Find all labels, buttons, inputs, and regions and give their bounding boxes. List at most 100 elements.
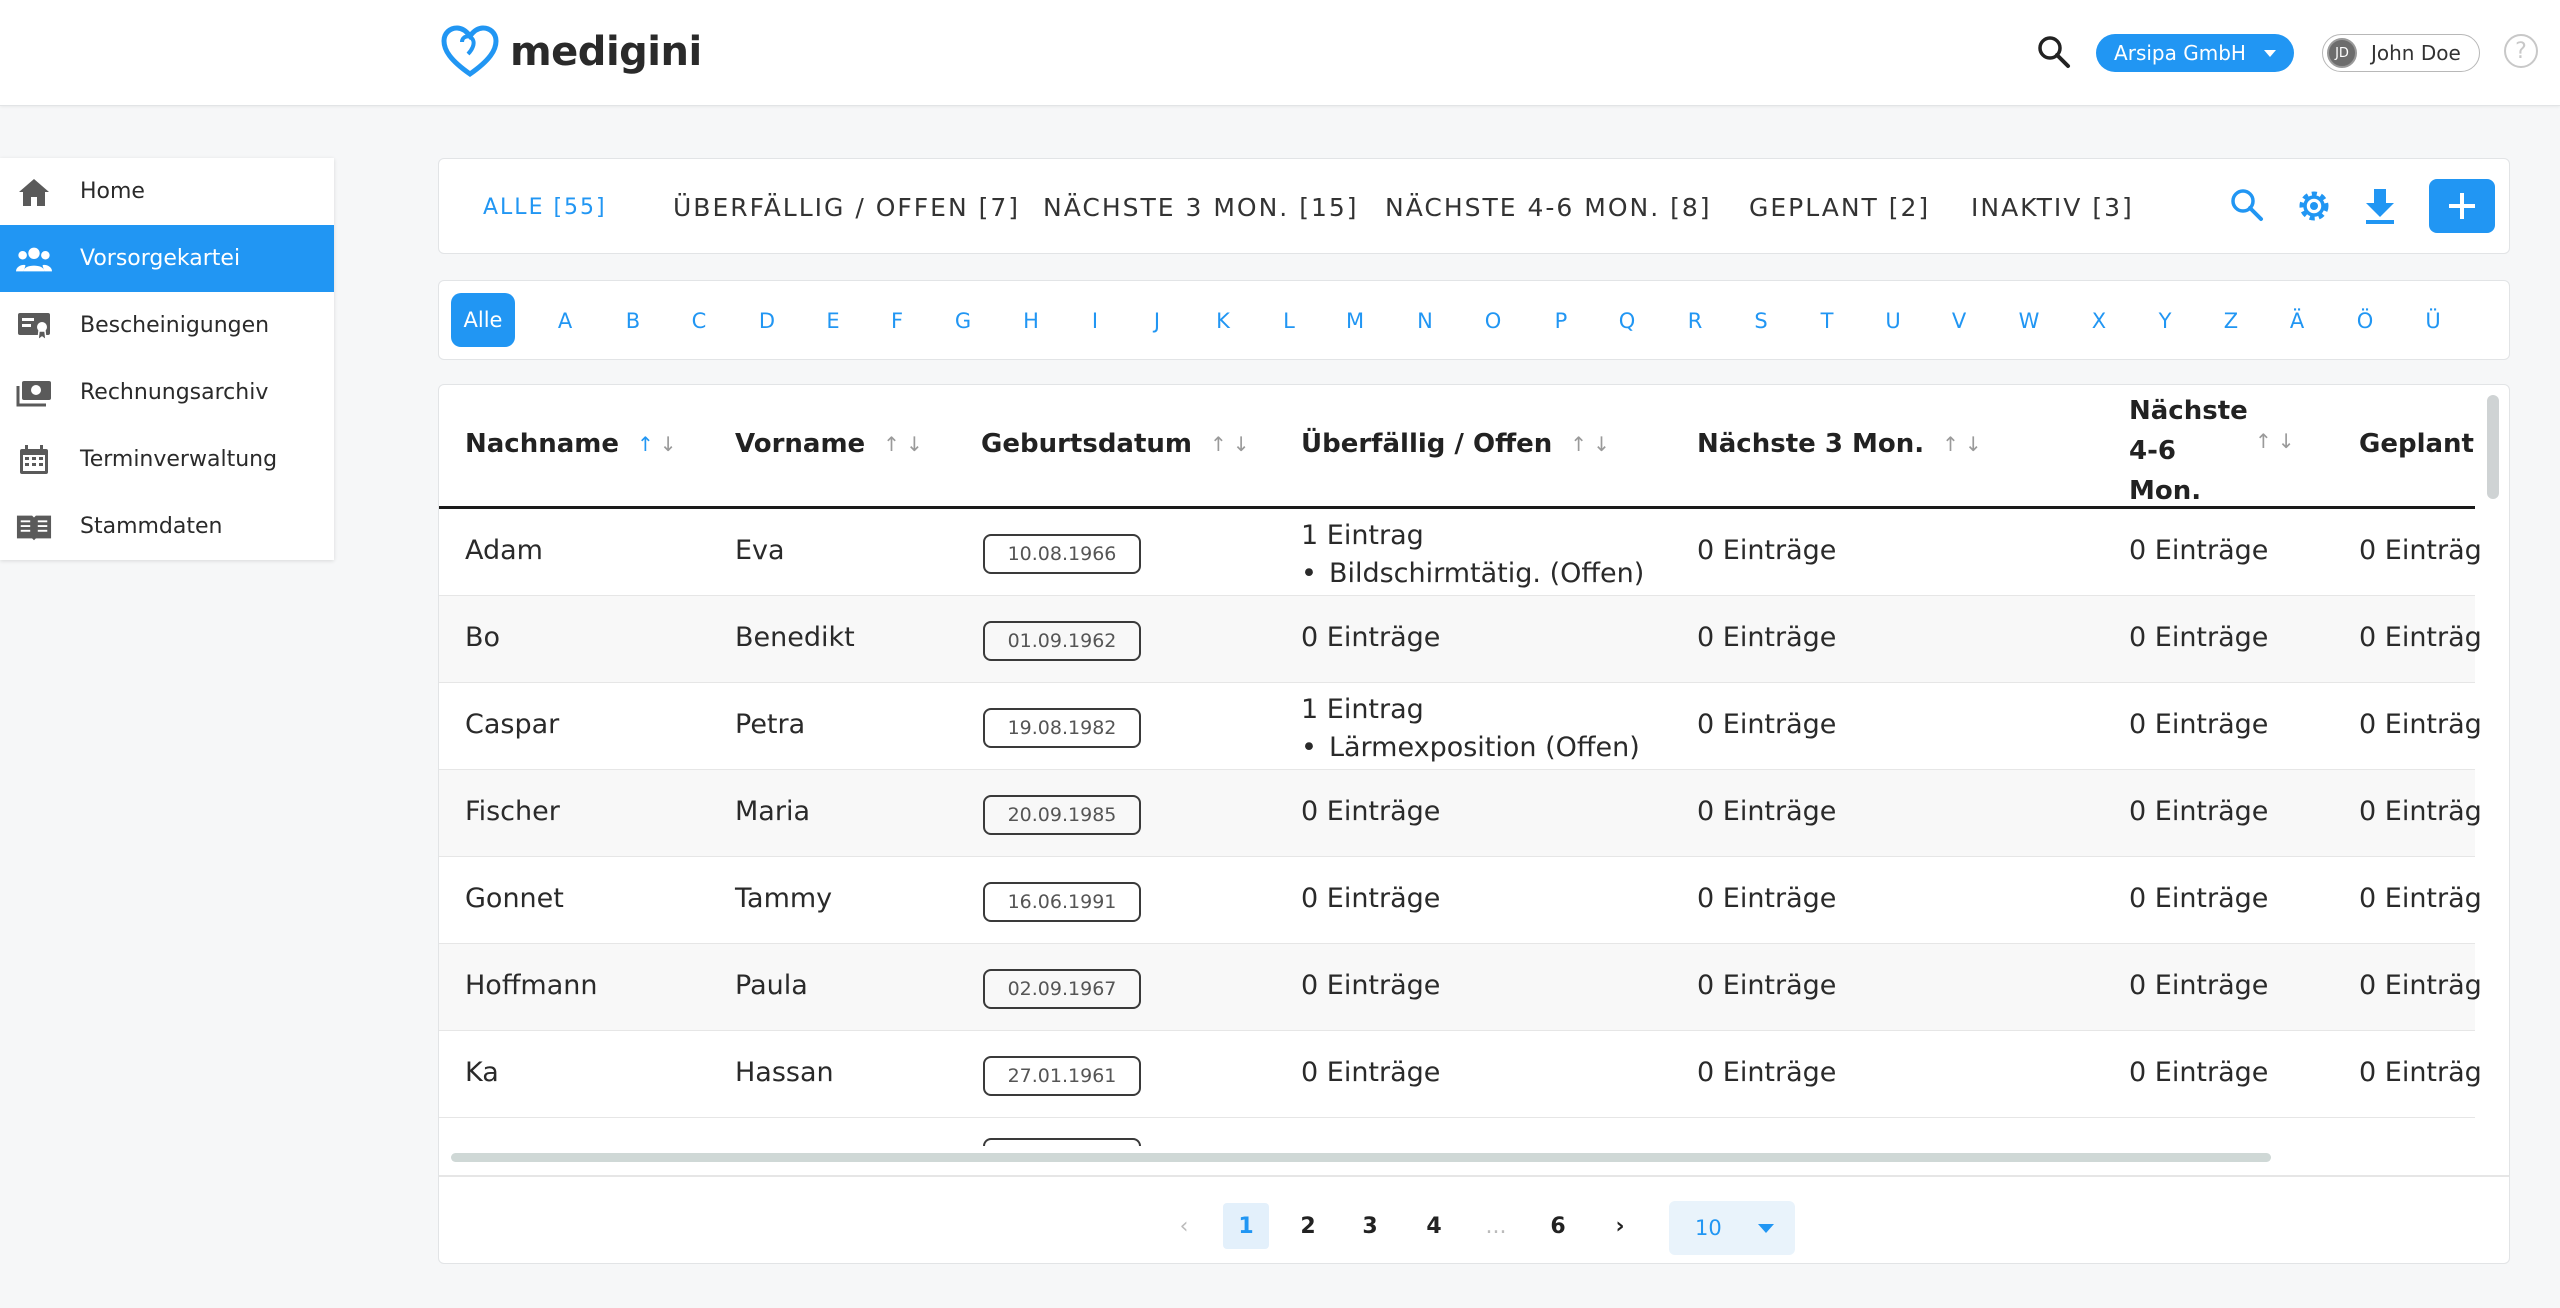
sidebar-item-label: Vorsorgekartei: [80, 246, 241, 271]
help-icon[interactable]: ?: [2504, 34, 2538, 68]
sidebar-item-label: Terminverwaltung: [80, 447, 278, 472]
table-row[interactable]: Ka Hassan 27.01.1961 0 Einträge 0 Einträ…: [439, 1031, 2482, 1118]
cell-vorname: Benedikt: [735, 622, 855, 653]
page-button-2[interactable]: 2: [1285, 1203, 1331, 1249]
letter-ue[interactable]: Ü: [2413, 301, 2453, 341]
cell-ueberfaellig: 1 Eintrag Bildschirmtätig. (Offen): [1301, 517, 1644, 593]
gear-icon[interactable]: [2295, 187, 2333, 229]
letter-oe[interactable]: Ö: [2345, 301, 2385, 341]
arrow-down-icon: ↓: [659, 432, 677, 456]
letter-e[interactable]: E: [813, 301, 853, 341]
prev-page-button[interactable]: ‹: [1161, 1203, 1207, 1249]
letter-b[interactable]: B: [613, 301, 653, 341]
letter-a[interactable]: A: [545, 301, 585, 341]
col-naechste-3[interactable]: Nächste 3 Mon. ↑ ↓: [1697, 429, 1982, 459]
logo[interactable]: medigini: [440, 24, 702, 80]
letter-d[interactable]: D: [747, 301, 787, 341]
sidebar-item-vorsorgekartei[interactable]: Vorsorgekartei: [0, 225, 334, 292]
letter-v[interactable]: V: [1939, 301, 1979, 341]
page-button-4[interactable]: 4: [1411, 1203, 1457, 1249]
letter-f[interactable]: F: [877, 301, 917, 341]
col-naechste-4-6[interactable]: Nächste 4-6 Mon.: [2129, 391, 2248, 511]
letter-g[interactable]: G: [943, 301, 983, 341]
letter-u[interactable]: U: [1873, 301, 1913, 341]
sidebar-item-home[interactable]: Home: [0, 158, 334, 225]
letter-alle[interactable]: Alle: [451, 293, 515, 347]
cell-nachname: Fischer: [465, 796, 560, 827]
letter-m[interactable]: M: [1335, 301, 1375, 341]
top-header: medigini Arsipa GmbH JD John Doe ?: [0, 0, 2560, 106]
search-icon[interactable]: [2229, 187, 2265, 227]
horizontal-scrollbar[interactable]: [451, 1153, 2271, 1162]
page-button-6[interactable]: 6: [1535, 1203, 1581, 1249]
tab-inaktiv[interactable]: INAKTIV [3]: [1971, 193, 2134, 222]
col-geburtsdatum[interactable]: Geburtsdatum ↑ ↓: [981, 429, 1250, 459]
page-button-1[interactable]: 1: [1223, 1203, 1269, 1249]
letter-r[interactable]: R: [1675, 301, 1715, 341]
letter-n[interactable]: N: [1405, 301, 1445, 341]
table-row[interactable]: Gonnet Tammy 16.06.1991 0 Einträge 0 Ein…: [439, 857, 2482, 944]
tab-geplant[interactable]: GEPLANT [2]: [1749, 193, 1930, 222]
letter-y[interactable]: Y: [2145, 301, 2185, 341]
letter-s[interactable]: S: [1741, 301, 1781, 341]
cell-ueberfaellig: 0 Einträge: [1301, 970, 1441, 1001]
tab-alle[interactable]: ALLE [55]: [483, 195, 607, 220]
logo-text: medigini: [510, 29, 702, 75]
sort-icon[interactable]: ↑ ↓: [637, 432, 677, 456]
search-icon[interactable]: [2036, 34, 2072, 74]
col-label: Nachname: [465, 429, 620, 459]
sort-icon[interactable]: ↑ ↓: [1942, 432, 1982, 456]
letter-p[interactable]: P: [1541, 301, 1581, 341]
next-page-button[interactable]: ›: [1597, 1203, 1643, 1249]
col-label-line: Mon.: [2129, 476, 2202, 506]
page-size-value: 10: [1695, 1216, 1722, 1240]
letter-w[interactable]: W: [2009, 301, 2049, 341]
user-menu[interactable]: JD John Doe: [2322, 34, 2480, 72]
table-row[interactable]: Hoffmann Paula 02.09.1967 0 Einträge 0 E…: [439, 944, 2482, 1031]
letter-t[interactable]: T: [1807, 301, 1847, 341]
col-ueberfaellig[interactable]: Überfällig / Offen ↑ ↓: [1301, 429, 1610, 459]
sort-icon[interactable]: ↑ ↓: [1210, 432, 1250, 456]
letter-i[interactable]: I: [1075, 301, 1115, 341]
filter-tabs-card: ALLE [55] ÜBERFÄLLIG / OFFEN [7] NÄCHSTE…: [438, 158, 2510, 254]
table-row[interactable]: Caspar Petra 19.08.1982 1 Eintrag Lärmex…: [439, 683, 2482, 770]
vertical-scrollbar[interactable]: [2487, 395, 2499, 499]
letter-j[interactable]: J: [1137, 301, 1177, 341]
table-row[interactable]: Fischer Maria 20.09.1985 0 Einträge 0 Ei…: [439, 770, 2482, 857]
sort-icon[interactable]: ↑ ↓: [883, 432, 923, 456]
letter-x[interactable]: X: [2079, 301, 2119, 341]
cell-ueberfaellig: 0 Einträge: [1301, 796, 1441, 827]
sidebar-item-label: Home: [80, 179, 145, 204]
company-dropdown[interactable]: Arsipa GmbH: [2096, 34, 2294, 72]
table-row[interactable]: Bo Benedikt 01.09.1962 0 Einträge 0 Eint…: [439, 596, 2482, 683]
letter-h[interactable]: H: [1011, 301, 1051, 341]
col-label: Nächste 3 Mon.: [1697, 429, 1925, 459]
tab-naechste-3[interactable]: NÄCHSTE 3 MON. [15]: [1043, 193, 1359, 222]
arrow-up-icon: ↑: [1210, 432, 1227, 456]
cell-nachname: Adam: [465, 535, 543, 566]
sort-icon[interactable]: ↑ ↓: [1570, 432, 1610, 456]
letter-l[interactable]: L: [1269, 301, 1309, 341]
table-row[interactable]: Adam Eva 10.08.1966 1 Eintrag Bildschirm…: [439, 509, 2482, 596]
letter-o[interactable]: O: [1473, 301, 1513, 341]
add-button[interactable]: [2429, 179, 2495, 233]
tab-ueberfaellig[interactable]: ÜBERFÄLLIG / OFFEN [7]: [673, 193, 1020, 222]
letter-q[interactable]: Q: [1607, 301, 1647, 341]
sort-icon[interactable]: ↑ ↓: [2255, 429, 2295, 453]
letter-ae[interactable]: Ä: [2277, 301, 2317, 341]
sidebar-item-terminverwaltung[interactable]: Terminverwaltung: [0, 426, 334, 493]
page-size-select[interactable]: 10: [1669, 1201, 1795, 1255]
page-button-3[interactable]: 3: [1347, 1203, 1393, 1249]
letter-c[interactable]: C: [679, 301, 719, 341]
letter-z[interactable]: Z: [2211, 301, 2251, 341]
col-nachname[interactable]: Nachname ↑ ↓: [465, 429, 677, 459]
col-vorname[interactable]: Vorname ↑ ↓: [735, 429, 923, 459]
download-icon[interactable]: [2363, 187, 2397, 229]
sidebar-item-bescheinigungen[interactable]: Bescheinigungen: [0, 292, 334, 359]
cell-naechste-3: 0 Einträge: [1697, 709, 1837, 740]
letter-k[interactable]: K: [1203, 301, 1243, 341]
sidebar-item-stammdaten[interactable]: Stammdaten: [0, 493, 334, 560]
col-geplant[interactable]: Geplant: [2359, 429, 2474, 459]
sidebar-item-rechnungsarchiv[interactable]: Rechnungsarchiv: [0, 359, 334, 426]
tab-naechste-4-6[interactable]: NÄCHSTE 4-6 MON. [8]: [1385, 193, 1712, 222]
